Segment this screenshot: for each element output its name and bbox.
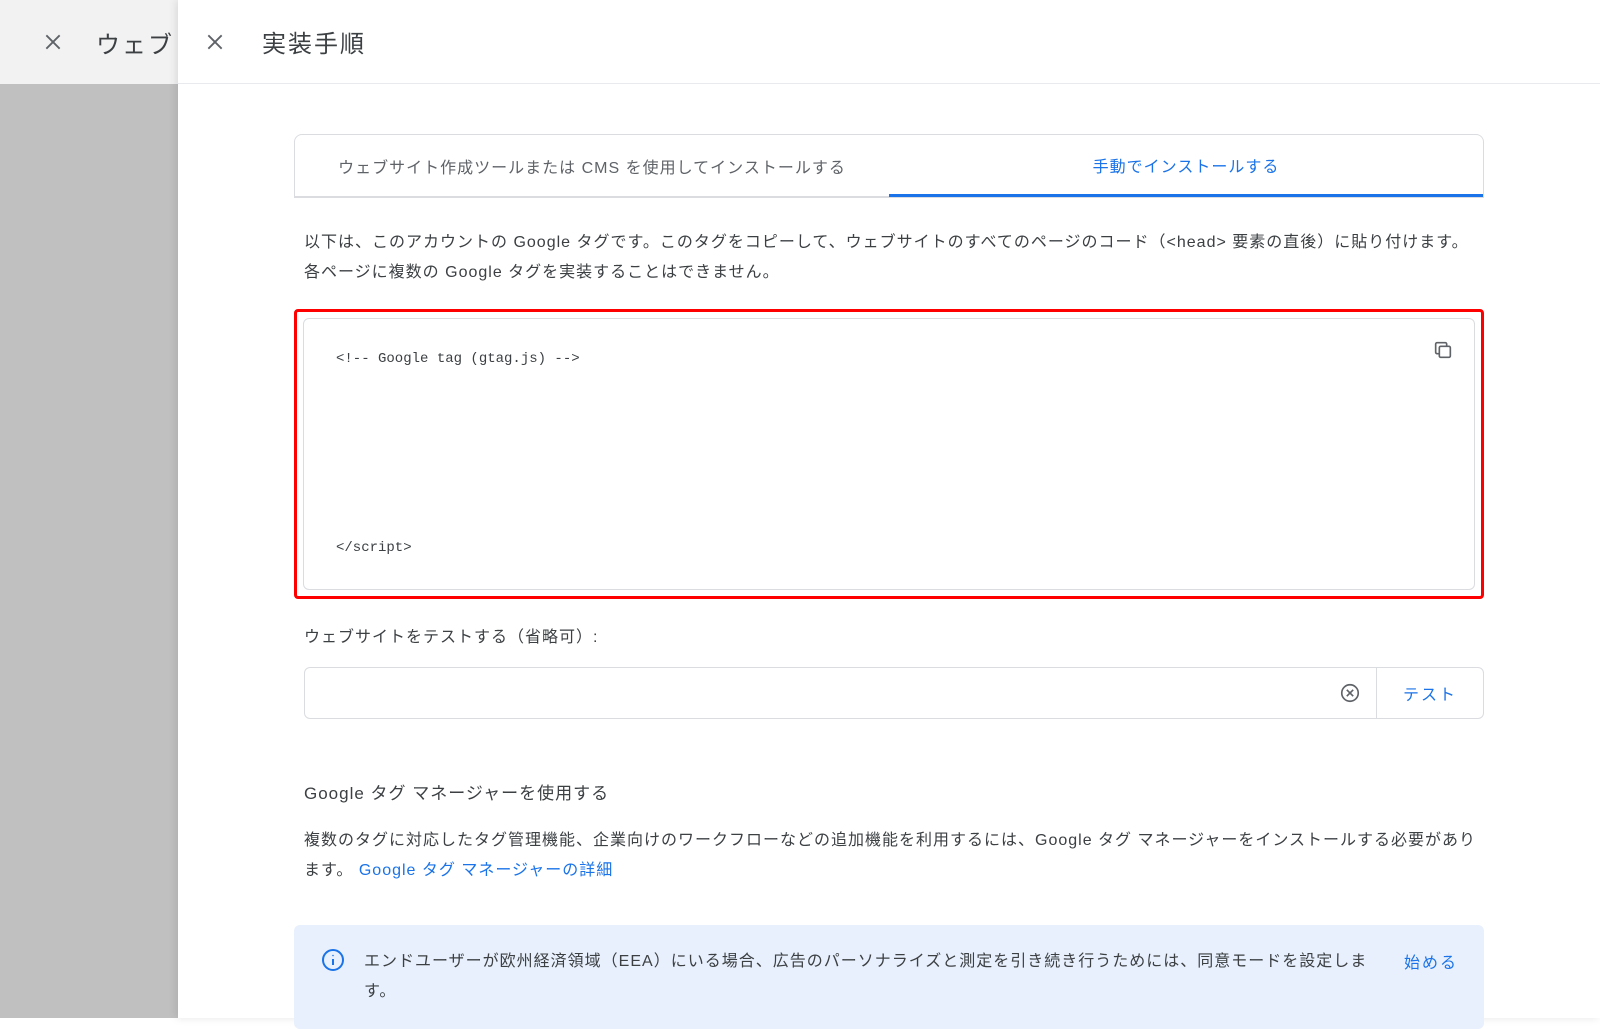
- code-highlight-frame: <!-- Google tag (gtag.js) --> </script>: [294, 309, 1484, 599]
- consent-start-button[interactable]: 始める: [1404, 947, 1458, 973]
- background-header: ウェブ: [0, 0, 178, 84]
- test-input-wrap: [304, 667, 1377, 719]
- copy-button[interactable]: [1426, 333, 1460, 367]
- tabs: ウェブサイト作成ツールまたは CMS を使用してインストールする 手動でインスト…: [295, 135, 1483, 197]
- code-line-end: </script>: [336, 540, 412, 556]
- panel-header: 実装手順: [178, 0, 1600, 84]
- test-row: テスト: [294, 667, 1484, 719]
- test-website-label: ウェブサイトをテストする（省略可）:: [294, 623, 1484, 647]
- code-content: <!-- Google tag (gtag.js) --> </script>: [336, 349, 1442, 559]
- consent-banner: エンドユーザーが欧州経済領域（EEA）にいる場合、広告のパーソナライズと測定を引…: [294, 925, 1484, 1029]
- clear-icon[interactable]: [1336, 679, 1364, 707]
- instruction-text: 以下は、このアカウントの Google タグです。このタグをコピーして、ウェブサ…: [294, 198, 1484, 289]
- gtm-details-link[interactable]: Google タグ マネージャーの詳細: [359, 862, 613, 879]
- tabs-container: ウェブサイト作成ツールまたは CMS を使用してインストールする 手動でインスト…: [294, 134, 1484, 198]
- background-title: ウェブ: [96, 25, 174, 60]
- code-box[interactable]: <!-- Google tag (gtag.js) --> </script>: [303, 318, 1475, 590]
- content: ウェブサイト作成ツールまたは CMS を使用してインストールする 手動でインスト…: [178, 84, 1600, 1029]
- panel-title: 実装手順: [262, 24, 366, 59]
- test-url-input[interactable]: [317, 684, 1336, 702]
- close-icon[interactable]: [40, 29, 66, 55]
- consent-banner-text: エンドユーザーが欧州経済領域（EEA）にいる場合、広告のパーソナライズと測定を引…: [364, 947, 1386, 1008]
- close-icon[interactable]: [202, 29, 228, 55]
- code-line-comment: <!-- Google tag (gtag.js) -->: [336, 351, 580, 367]
- background-overlay: [0, 0, 178, 1018]
- info-icon: [320, 947, 346, 973]
- gtm-heading: Google タグ マネージャーを使用する: [294, 779, 1484, 804]
- gtm-description: 複数のタグに対応したタグ管理機能、企業向けのワークフローなどの追加機能を利用する…: [294, 826, 1484, 887]
- test-button[interactable]: テスト: [1377, 667, 1484, 719]
- tab-cms-install[interactable]: ウェブサイト作成ツールまたは CMS を使用してインストールする: [295, 135, 889, 197]
- panel: 実装手順 ウェブサイト作成ツールまたは CMS を使用してインストールする 手動…: [178, 0, 1600, 1018]
- tab-manual-install[interactable]: 手動でインストールする: [889, 135, 1483, 197]
